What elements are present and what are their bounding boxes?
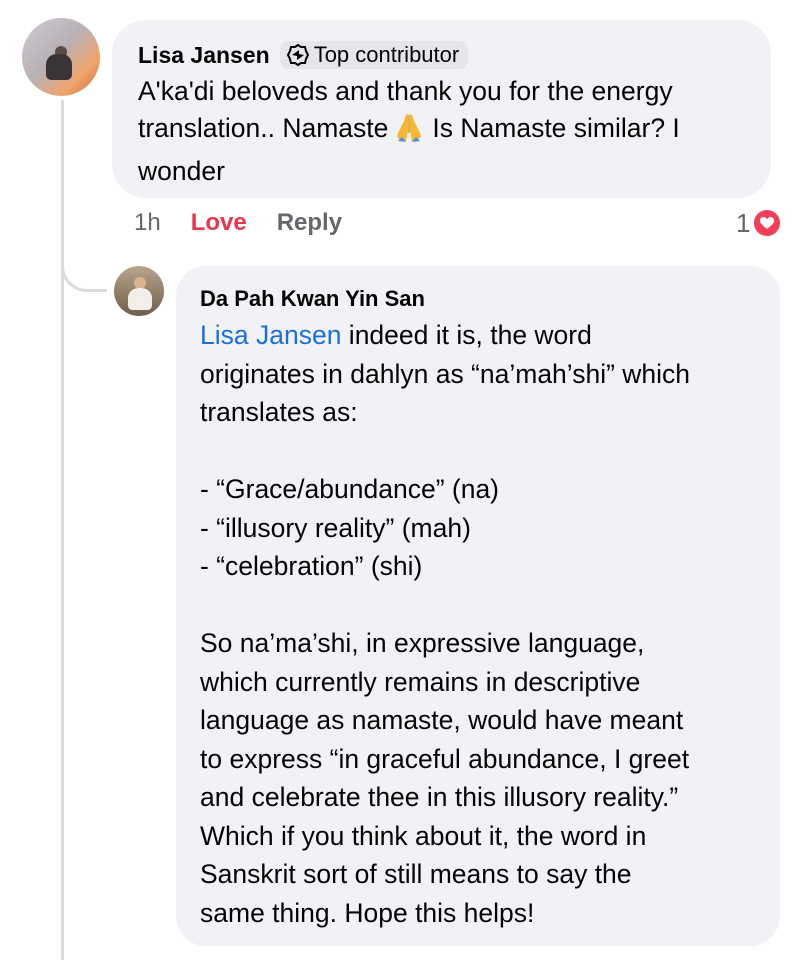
folded-hands-icon bbox=[392, 111, 426, 153]
reply-button[interactable]: Reply bbox=[277, 209, 342, 237]
reply-line: and celebrate thee in this illusory real… bbox=[200, 782, 679, 812]
reaction-summary[interactable]: 1 bbox=[736, 206, 783, 240]
comment-timestamp[interactable]: 1h bbox=[134, 209, 161, 237]
reply-line: - “illusory reality” (mah) bbox=[200, 512, 471, 543]
reply-line: - “celebration” (shi) bbox=[200, 551, 423, 581]
reply-bubble: Da Pah Kwan Yin San Lisa Jansen indeed i… bbox=[176, 266, 780, 946]
reply-line: - “Grace/abundance” (na) bbox=[200, 474, 500, 504]
reply-line: which currently remains in descriptive bbox=[200, 666, 641, 697]
reply-line: language as namaste, would have meant bbox=[200, 705, 684, 735]
reply-text: Lisa Jansen indeed it is, the word origi… bbox=[200, 316, 756, 932]
reply-header: Da Pah Kwan Yin San bbox=[200, 284, 756, 314]
badge-label: Top contributor bbox=[313, 42, 460, 67]
avatar[interactable] bbox=[22, 18, 100, 96]
mention-link[interactable]: Lisa Jansen bbox=[200, 320, 341, 350]
heart-icon bbox=[752, 208, 783, 238]
author-name[interactable]: Lisa Jansen bbox=[138, 42, 270, 69]
reply-line: Sanskrit sort of still means to say the bbox=[200, 859, 632, 889]
reply-line: Which if you think about it, the word in bbox=[200, 820, 647, 851]
love-reaction-button[interactable]: Love bbox=[191, 209, 247, 237]
comment-line: translation.. Namaste bbox=[138, 113, 389, 143]
avatar[interactable] bbox=[114, 266, 164, 316]
thread-line bbox=[61, 100, 64, 960]
thread-branch-line bbox=[61, 248, 107, 292]
reply-line bbox=[200, 432, 756, 471]
reply-line: translates as: bbox=[200, 397, 358, 427]
comment-line: A'ka'di beloveds and thank you for the e… bbox=[138, 76, 673, 106]
top-contributor-icon bbox=[286, 43, 309, 67]
comment-bubble: Lisa Jansen Top contributor A'ka'di belo… bbox=[112, 20, 771, 198]
top-contributor-badge[interactable]: Top contributor bbox=[279, 41, 469, 69]
reply-line: indeed it is, the word bbox=[341, 320, 592, 350]
reply-line: same thing. Hope this helps! bbox=[200, 897, 535, 928]
reply-line: originates in dahlyn as “na’mah’shi” whi… bbox=[200, 358, 691, 389]
comment-line: Is Namaste similar? I bbox=[432, 113, 680, 143]
comment-header: Lisa Jansen Top contributor bbox=[138, 40, 745, 70]
reply-line bbox=[200, 586, 756, 625]
reaction-count: 1 bbox=[736, 207, 751, 238]
reply-line: to express “in graceful abundance, I gre… bbox=[200, 743, 690, 774]
reply-line: So na’ma’shi, in expressive language, bbox=[200, 628, 645, 658]
comment-line: wonder bbox=[138, 156, 225, 186]
comment-text: A'ka'di beloveds and thank you for the e… bbox=[138, 73, 745, 190]
comment-actions: 1h Love Reply bbox=[134, 206, 342, 240]
author-name[interactable]: Da Pah Kwan Yin San bbox=[200, 286, 425, 312]
